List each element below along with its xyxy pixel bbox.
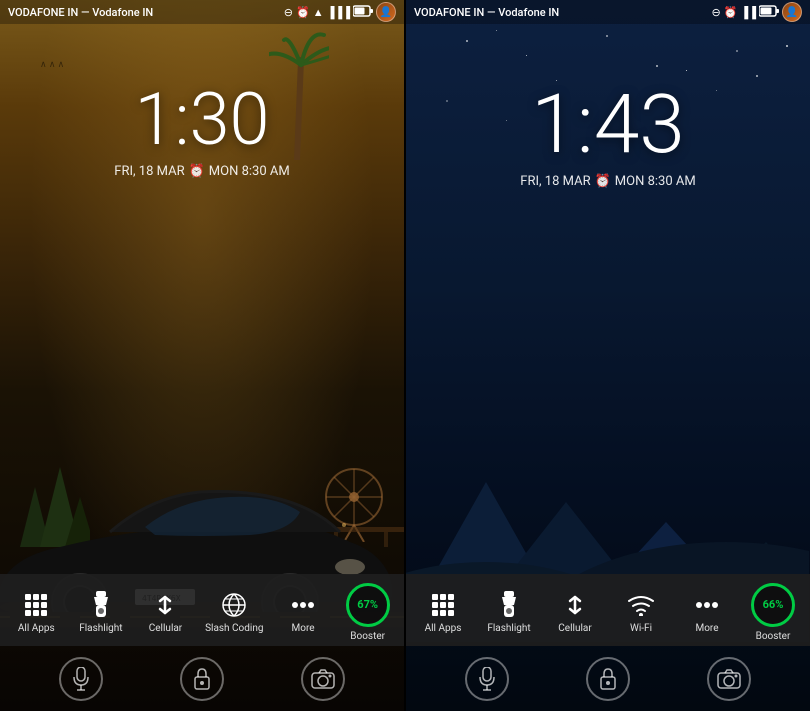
left-mic-btn[interactable] xyxy=(59,657,103,701)
right-lock-btn[interactable] xyxy=(586,657,630,701)
left-all-apps-btn[interactable]: All Apps xyxy=(11,591,61,634)
right-cellular-label: Cellular xyxy=(558,623,591,634)
left-slash-coding-btn[interactable]: Slash Coding xyxy=(205,591,263,634)
right-more-btn[interactable]: More xyxy=(682,591,732,634)
alarm-clock-icon: ⏰ xyxy=(189,164,205,179)
alarm-clock-icon-right: ⏰ xyxy=(595,174,611,189)
left-quick-bar: All Apps Flashlight xyxy=(0,574,404,646)
slash-coding-icon xyxy=(220,591,248,619)
left-time: 1:30 xyxy=(135,84,270,156)
booster-label: Booster xyxy=(350,631,385,642)
alarm-icon: ⏰ xyxy=(296,6,310,19)
left-bottom-nav xyxy=(0,646,404,711)
right-bottom-nav xyxy=(406,646,810,711)
right-cellular-btn[interactable]: Cellular xyxy=(550,591,600,634)
left-carrier: VODAFONE IN — Vodafone IN xyxy=(8,6,153,19)
left-status-icons: ⊖ ⏰ ▲ ▐▐▐ 👤 xyxy=(284,2,396,22)
signal-icon-right: ▐▐ xyxy=(740,6,756,19)
flashlight-label: Flashlight xyxy=(79,623,122,634)
right-flashlight-label: Flashlight xyxy=(487,623,530,634)
right-quick-bar: All Apps Flashlight xyxy=(406,574,810,646)
mute-icon: ⊖ xyxy=(284,6,293,19)
right-all-apps-label: All Apps xyxy=(425,623,462,634)
right-screen: VODAFONE IN — Vodafone IN ⊖ ⏰ ▐▐ 👤 1:43 … xyxy=(406,0,810,711)
left-camera-btn[interactable] xyxy=(301,657,345,701)
left-status-bar: VODAFONE IN — Vodafone IN ⊖ ⏰ ▲ ▐▐▐ 👤 xyxy=(0,0,404,24)
signal-icon: ▐▐▐ xyxy=(327,6,350,19)
right-all-apps-icon xyxy=(429,591,457,619)
all-apps-label: All Apps xyxy=(18,623,55,634)
right-more-label: More xyxy=(695,623,718,634)
right-all-apps-btn[interactable]: All Apps xyxy=(418,591,468,634)
left-cellular-btn[interactable]: Cellular xyxy=(140,591,190,634)
left-more-btn[interactable]: More xyxy=(278,591,328,634)
left-flashlight-btn[interactable]: Flashlight xyxy=(76,591,126,634)
battery-icon-right xyxy=(759,5,779,20)
right-mic-btn[interactable] xyxy=(465,657,509,701)
right-torch-icon xyxy=(495,591,523,619)
right-flashlight-btn[interactable]: Flashlight xyxy=(484,591,534,634)
all-apps-icon xyxy=(22,591,50,619)
right-status-icons: ⊖ ⏰ ▐▐ 👤 xyxy=(711,2,802,22)
battery-icon xyxy=(353,5,373,20)
right-booster-label: Booster xyxy=(756,631,791,642)
right-booster-value: 66% xyxy=(763,598,784,611)
left-date: FRI, 18 MAR ⏰ MON 8:30 AM xyxy=(114,164,289,179)
left-lock-btn[interactable] xyxy=(180,657,224,701)
right-booster-btn[interactable]: 66% Booster xyxy=(748,583,798,642)
avatar-left: 👤 xyxy=(376,2,396,22)
left-screen: 4T4R6X6X ∧ ∧ ∧ VODAFONE IN — Vodafone IN… xyxy=(0,0,404,711)
right-booster-circle: 66% xyxy=(751,583,795,627)
avatar-right: 👤 xyxy=(782,2,802,22)
right-time: 1:43 xyxy=(531,84,685,166)
wifi-icon xyxy=(627,591,655,619)
mute-icon-right: ⊖ xyxy=(711,6,720,19)
right-wifi-btn[interactable]: Wi-Fi xyxy=(616,591,666,634)
right-date: FRI, 18 MAR ⏰ MON 8:30 AM xyxy=(520,174,695,189)
alarm-icon-right: ⏰ xyxy=(724,6,738,19)
slash-coding-label: Slash Coding xyxy=(205,623,263,634)
left-booster-btn[interactable]: 67% Booster xyxy=(343,583,393,642)
booster-value: 67% xyxy=(357,598,378,611)
more-icon xyxy=(289,591,317,619)
wifi-status-icon: ▲ xyxy=(313,6,324,19)
more-label: More xyxy=(292,623,315,634)
right-carrier: VODAFONE IN — Vodafone IN xyxy=(414,6,559,19)
cellular-label: Cellular xyxy=(149,623,182,634)
torch-icon xyxy=(87,591,115,619)
right-status-bar: VODAFONE IN — Vodafone IN ⊖ ⏰ ▐▐ 👤 xyxy=(406,0,810,24)
right-camera-btn[interactable] xyxy=(707,657,751,701)
right-clock-area: 1:43 FRI, 18 MAR ⏰ MON 8:30 AM xyxy=(406,24,810,574)
right-cellular-icon xyxy=(561,591,589,619)
cellular-icon xyxy=(151,591,179,619)
wifi-label: Wi-Fi xyxy=(630,623,652,634)
right-more-icon xyxy=(693,591,721,619)
booster-circle: 67% xyxy=(346,583,390,627)
left-clock-area: 1:30 FRI, 18 MAR ⏰ MON 8:30 AM xyxy=(0,24,404,574)
